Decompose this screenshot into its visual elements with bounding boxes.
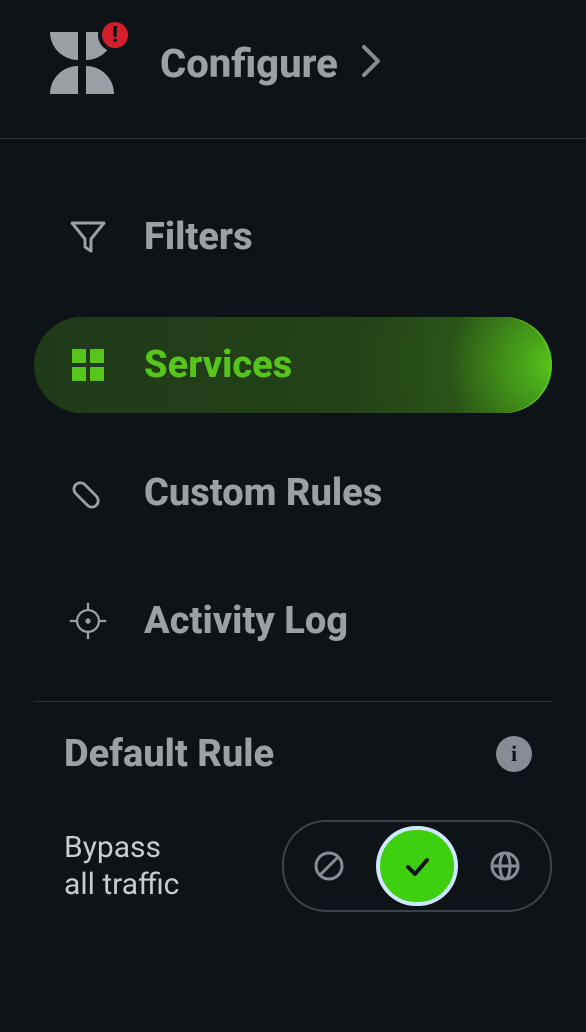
nav-item-filters[interactable]: Filters [34,189,552,285]
nav-item-custom-rules[interactable]: Custom Rules [34,445,552,541]
global-option[interactable] [464,830,546,902]
nav-label: Services [144,343,292,387]
info-icon[interactable]: i [496,736,532,772]
nav-label: Activity Log [144,599,348,643]
section-title: Default Rule [64,732,274,776]
header: ! Configure [0,0,586,139]
ruler-icon [68,473,108,513]
block-icon [312,849,346,883]
default-rule-toggle [282,820,552,912]
alert-badge-icon: ! [98,18,132,52]
nav-label: Custom Rules [144,471,382,515]
grid-icon [68,345,108,385]
nav-label: Filters [144,215,253,259]
check-icon [400,849,434,883]
nav-item-activity-log[interactable]: Activity Log [34,573,552,669]
allow-option[interactable] [376,826,458,906]
target-icon [68,601,108,641]
globe-icon [488,849,522,883]
section-header: Default Rule i [64,732,552,776]
block-option[interactable] [288,830,370,902]
filter-icon [68,217,108,257]
default-rule-row: Bypass all traffic [64,820,552,912]
default-rule-label: Bypass all traffic [64,829,179,904]
sidebar-nav: Filters Services Custom Rules [0,139,586,669]
chevron-right-icon[interactable] [360,43,382,83]
app-logo: ! [34,28,130,98]
default-rule-section: Default Rule i Bypass all traffic [0,702,586,912]
nav-item-services[interactable]: Services [34,317,552,413]
page-title: Configure [160,40,338,87]
